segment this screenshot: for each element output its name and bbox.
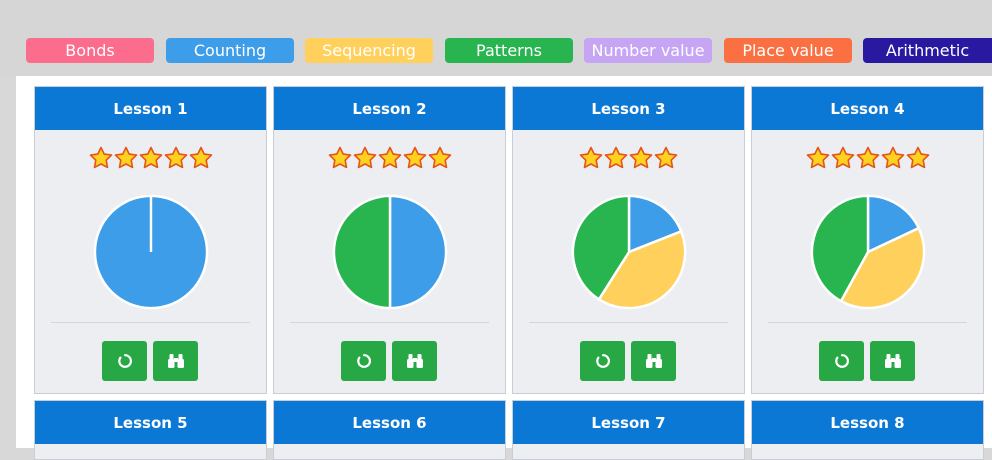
star-icon [856,146,879,169]
star-rating [752,146,983,174]
star-icon [114,146,137,169]
binoculars-icon [645,354,662,368]
category-filter-bar: Bonds Counting Sequencing Patterns Numbe… [0,0,992,76]
lesson-title: Lesson 5 [35,401,266,444]
filter-chip-place-value[interactable]: Place value [724,38,852,63]
filter-chip-number-value[interactable]: Number value [584,38,712,63]
star-icon [378,146,401,169]
retry-lesson-button[interactable] [341,341,386,381]
circle-arrow-icon [356,354,371,368]
lesson-title: Lesson 8 [752,401,983,444]
lesson-title: Lesson 2 [274,87,505,130]
star-icon [881,146,904,169]
circle-arrow-icon [834,354,849,368]
filter-chip-sequencing[interactable]: Sequencing [305,38,433,63]
lesson-card-2[interactable]: Lesson 2 [273,86,506,394]
star-icon [189,146,212,169]
star-icon [831,146,854,169]
star-icon [139,146,162,169]
star-icon [353,146,376,169]
star-icon [579,146,603,169]
card-divider [290,322,489,323]
lesson-title: Lesson 3 [513,87,744,130]
filter-chip-patterns[interactable]: Patterns [445,38,573,63]
review-lesson-button[interactable] [631,341,676,381]
binoculars-icon [167,354,184,368]
filter-chip-counting[interactable]: Counting [166,38,294,63]
retry-lesson-button[interactable] [819,341,864,381]
card-divider [51,322,250,323]
star-icon [906,146,929,169]
retry-lesson-button[interactable] [102,341,147,381]
lesson-card-8[interactable]: Lesson 8 [751,400,984,460]
lesson-4-pie-chart [810,194,926,310]
star-icon [604,146,628,169]
star-icon [164,146,187,169]
star-icon [403,146,426,169]
star-icon [629,146,653,169]
binoculars-icon [884,354,901,368]
lesson-title: Lesson 4 [752,87,983,130]
card-divider [768,322,967,323]
star-rating [274,146,505,174]
lesson-card-6[interactable]: Lesson 6 [273,400,506,460]
lesson-title: Lesson 6 [274,401,505,444]
star-icon [428,146,451,169]
review-lesson-button[interactable] [392,341,437,381]
lesson-card-4[interactable]: Lesson 4 [751,86,984,394]
star-icon [328,146,351,169]
star-rating [35,146,266,174]
lesson-title: Lesson 1 [35,87,266,130]
lesson-card-3[interactable]: Lesson 3 [512,86,745,394]
pie-slice-counting [388,194,448,310]
circle-arrow-icon [117,354,132,368]
circle-arrow-icon [595,354,610,368]
lesson-card-7[interactable]: Lesson 7 [512,400,745,460]
filter-chip-bonds[interactable]: Bonds [26,38,154,63]
filter-chip-arithmetic[interactable]: Arithmetic [863,38,992,63]
lesson-card-1[interactable]: Lesson 1 [34,86,267,394]
lesson-2-pie-chart [332,194,448,310]
lesson-1-pie-chart [93,194,209,310]
star-rating [513,146,744,174]
star-icon [89,146,112,169]
lesson-3-pie-chart [571,194,687,310]
retry-lesson-button[interactable] [580,341,625,381]
lesson-title: Lesson 7 [513,401,744,444]
binoculars-icon [406,354,423,368]
lesson-card-5[interactable]: Lesson 5 [34,400,267,460]
review-lesson-button[interactable] [870,341,915,381]
pie-slice-patterns [332,194,392,310]
star-icon [806,146,829,169]
card-divider [529,322,728,323]
review-lesson-button[interactable] [153,341,198,381]
lessons-panel: Lesson 1 Lesson 2 Lesson 3 Lesson 4 Lesson 5… [16,76,992,460]
star-icon [654,146,678,169]
